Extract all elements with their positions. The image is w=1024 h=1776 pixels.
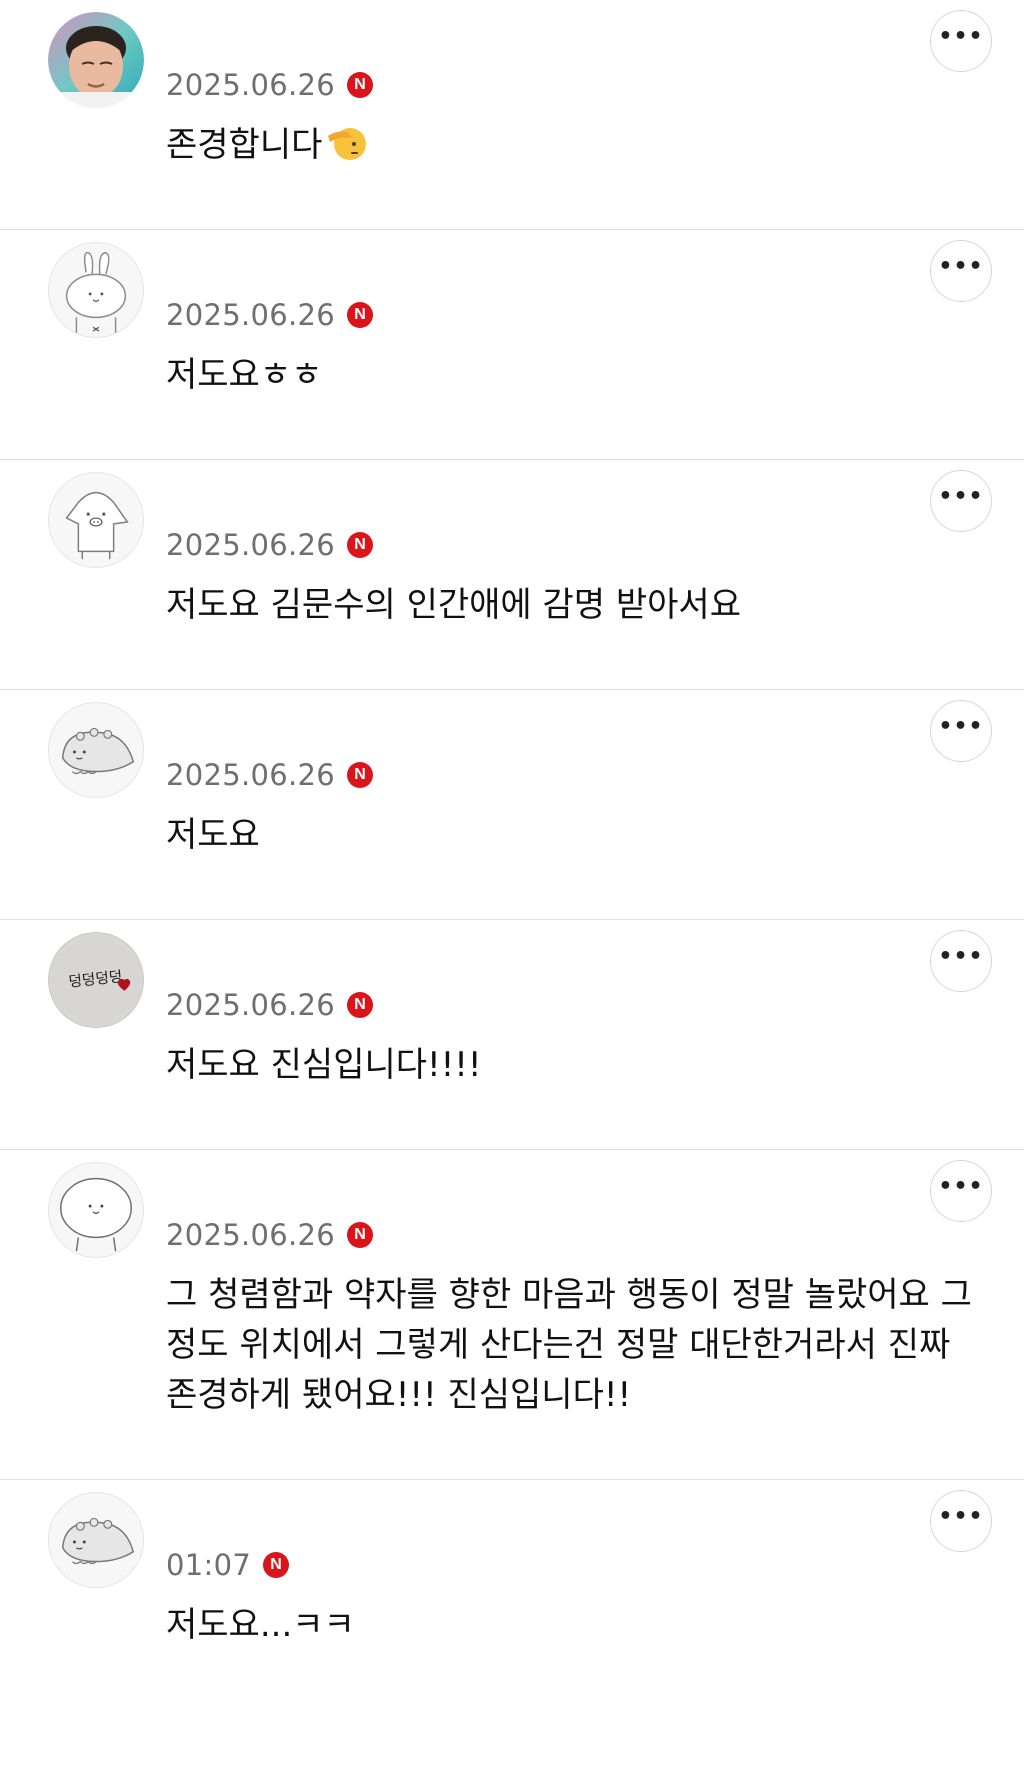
more-options-button[interactable]: ••• bbox=[930, 1490, 992, 1552]
avatar[interactable] bbox=[48, 1492, 144, 1588]
new-badge-icon: N bbox=[347, 1222, 374, 1248]
more-options-button[interactable]: ••• bbox=[930, 700, 992, 762]
comment-meta: 2025.06.26 N bbox=[166, 68, 374, 102]
saluting-face-emoji-icon bbox=[328, 128, 367, 160]
more-dots-icon: ••• bbox=[938, 1174, 984, 1199]
more-dots-icon: ••• bbox=[938, 714, 984, 739]
comment-item: 2025.06.26 N 그 청렴함과 약자를 향한 마음과 행동이 정말 놀랐… bbox=[0, 1150, 1024, 1480]
comment-date: 2025.06.26 bbox=[166, 298, 336, 332]
comment-meta: 2025.06.26 N bbox=[166, 988, 374, 1022]
comment-date: 2025.06.26 bbox=[166, 68, 336, 102]
comment-text: 그 청렴함과 약자를 향한 마음과 행동이 정말 놀랐어요 그 정도 위치에서 … bbox=[166, 1275, 983, 1415]
more-options-button[interactable]: ••• bbox=[930, 470, 992, 532]
comment-text: 저도요 진심입니다!!!! bbox=[166, 1045, 482, 1085]
avatar[interactable] bbox=[48, 1162, 144, 1258]
new-badge-icon: N bbox=[347, 992, 374, 1018]
handwriting-heart-avatar-icon: 덩덩덩덩 bbox=[49, 933, 143, 1027]
rabbit-avatar-icon bbox=[49, 243, 143, 337]
comment-date: 01:07 bbox=[166, 1548, 252, 1582]
more-options-button[interactable]: ••• bbox=[930, 930, 992, 992]
new-badge-icon: N bbox=[263, 1552, 290, 1578]
comment-meta: 01:07 N bbox=[166, 1548, 290, 1582]
comment-item: 덩덩덩덩 2025.06.26 N 저도요 진심입니다!!!! ••• bbox=[0, 920, 1024, 1150]
more-dots-icon: ••• bbox=[938, 484, 984, 509]
avatar[interactable] bbox=[48, 702, 144, 798]
new-badge-icon: N bbox=[347, 532, 374, 558]
avatar[interactable] bbox=[48, 242, 144, 338]
avatar[interactable] bbox=[48, 472, 144, 568]
round-blob-avatar-icon bbox=[49, 1163, 143, 1257]
comment-text: 저도요...ㅋㅋ bbox=[166, 1605, 355, 1645]
avatar[interactable] bbox=[48, 12, 144, 108]
more-options-button[interactable]: ••• bbox=[930, 240, 992, 302]
person-photo-avatar-icon bbox=[48, 12, 144, 108]
comment-item: 2025.06.26 N 저도요 김문수의 인간애에 감명 받아서요 ••• bbox=[0, 460, 1024, 690]
more-options-button[interactable]: ••• bbox=[930, 10, 992, 72]
comment-date: 2025.06.26 bbox=[166, 1218, 336, 1252]
hedgehog-avatar-icon bbox=[49, 703, 143, 797]
more-dots-icon: ••• bbox=[938, 254, 984, 279]
more-dots-icon: ••• bbox=[938, 24, 984, 49]
comment-text: 존경합니다 bbox=[166, 120, 986, 170]
comment-item: 2025.06.26 N 저도요 ••• bbox=[0, 690, 1024, 920]
comment-date: 2025.06.26 bbox=[166, 528, 336, 562]
comment-list: 2025.06.26 N 존경합니다 ••• 2025.06.26 N 저도요ㅎ… bbox=[0, 0, 1024, 1776]
new-badge-icon: N bbox=[347, 72, 374, 98]
comment-text: 저도요 김문수의 인간애에 감명 받아서요 bbox=[166, 585, 741, 625]
pig-character-avatar-icon bbox=[49, 473, 143, 567]
comment-text: 저도요ㅎㅎ bbox=[166, 355, 323, 395]
comment-date: 2025.06.26 bbox=[166, 758, 336, 792]
more-options-button[interactable]: ••• bbox=[930, 1160, 992, 1222]
comment-date: 2025.06.26 bbox=[166, 988, 336, 1022]
more-dots-icon: ••• bbox=[938, 944, 984, 969]
comment-meta: 2025.06.26 N bbox=[166, 1218, 374, 1252]
hedgehog-avatar-icon bbox=[49, 1493, 143, 1587]
comment-item: 2025.06.26 N 존경합니다 ••• bbox=[0, 0, 1024, 230]
comment-meta: 2025.06.26 N bbox=[166, 298, 374, 332]
new-badge-icon: N bbox=[347, 762, 374, 788]
avatar[interactable]: 덩덩덩덩 bbox=[48, 932, 144, 1028]
comment-meta: 2025.06.26 N bbox=[166, 528, 374, 562]
comment-item: 01:07 N 저도요...ㅋㅋ ••• bbox=[0, 1480, 1024, 1776]
comment-meta: 2025.06.26 N bbox=[166, 758, 374, 792]
comment-item: 2025.06.26 N 저도요ㅎㅎ ••• bbox=[0, 230, 1024, 460]
comment-text: 저도요 bbox=[166, 815, 260, 855]
new-badge-icon: N bbox=[347, 302, 374, 328]
more-dots-icon: ••• bbox=[938, 1504, 984, 1529]
